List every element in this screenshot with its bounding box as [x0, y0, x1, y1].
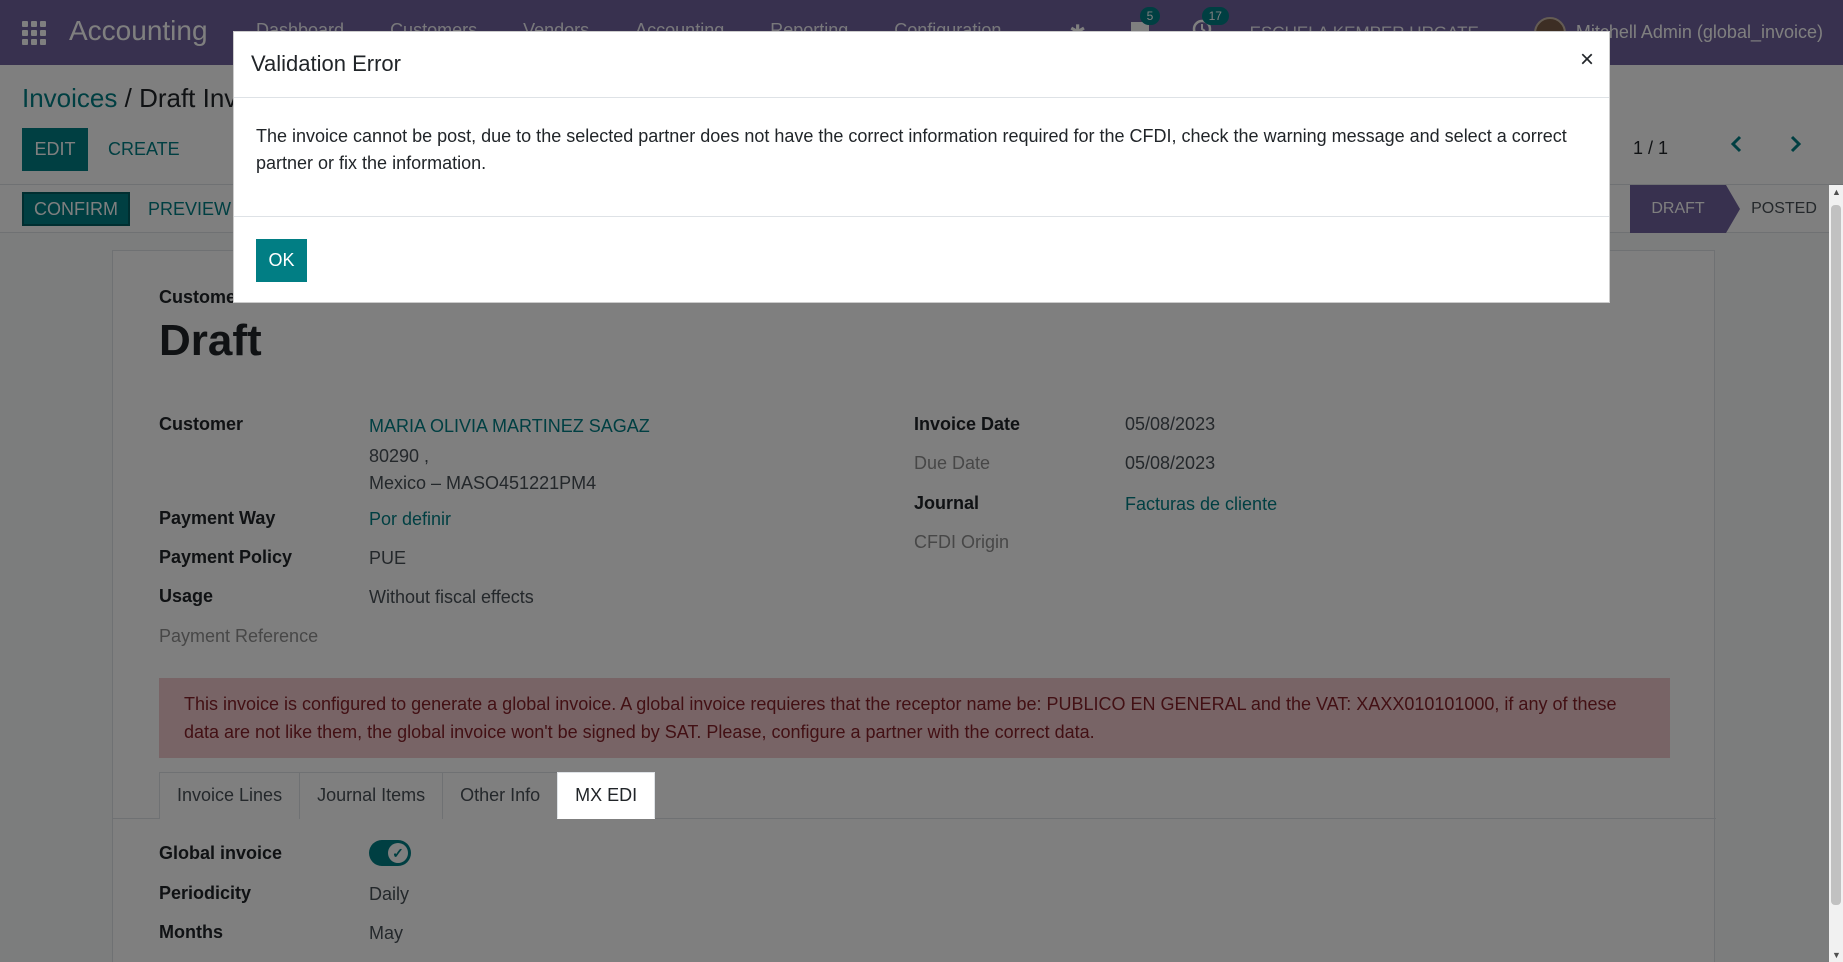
scroll-thumb[interactable]	[1831, 205, 1841, 905]
tab-mx-edi[interactable]: MX EDI	[557, 772, 656, 819]
dialog-message: The invoice cannot be post, due to the s…	[256, 126, 1567, 173]
validation-error-dialog: Validation Error × The invoice cannot be…	[233, 31, 1610, 303]
dialog-header: Validation Error ×	[234, 32, 1609, 98]
ok-button[interactable]: OK	[256, 239, 307, 282]
page-scrollbar[interactable]: ▲ ▼	[1829, 185, 1843, 962]
scroll-down-icon[interactable]: ▼	[1832, 950, 1841, 960]
close-icon[interactable]: ×	[1580, 46, 1594, 74]
scroll-up-icon[interactable]: ▲	[1832, 187, 1841, 197]
dialog-title: Validation Error	[251, 51, 401, 76]
dialog-footer: OK	[234, 216, 1609, 304]
